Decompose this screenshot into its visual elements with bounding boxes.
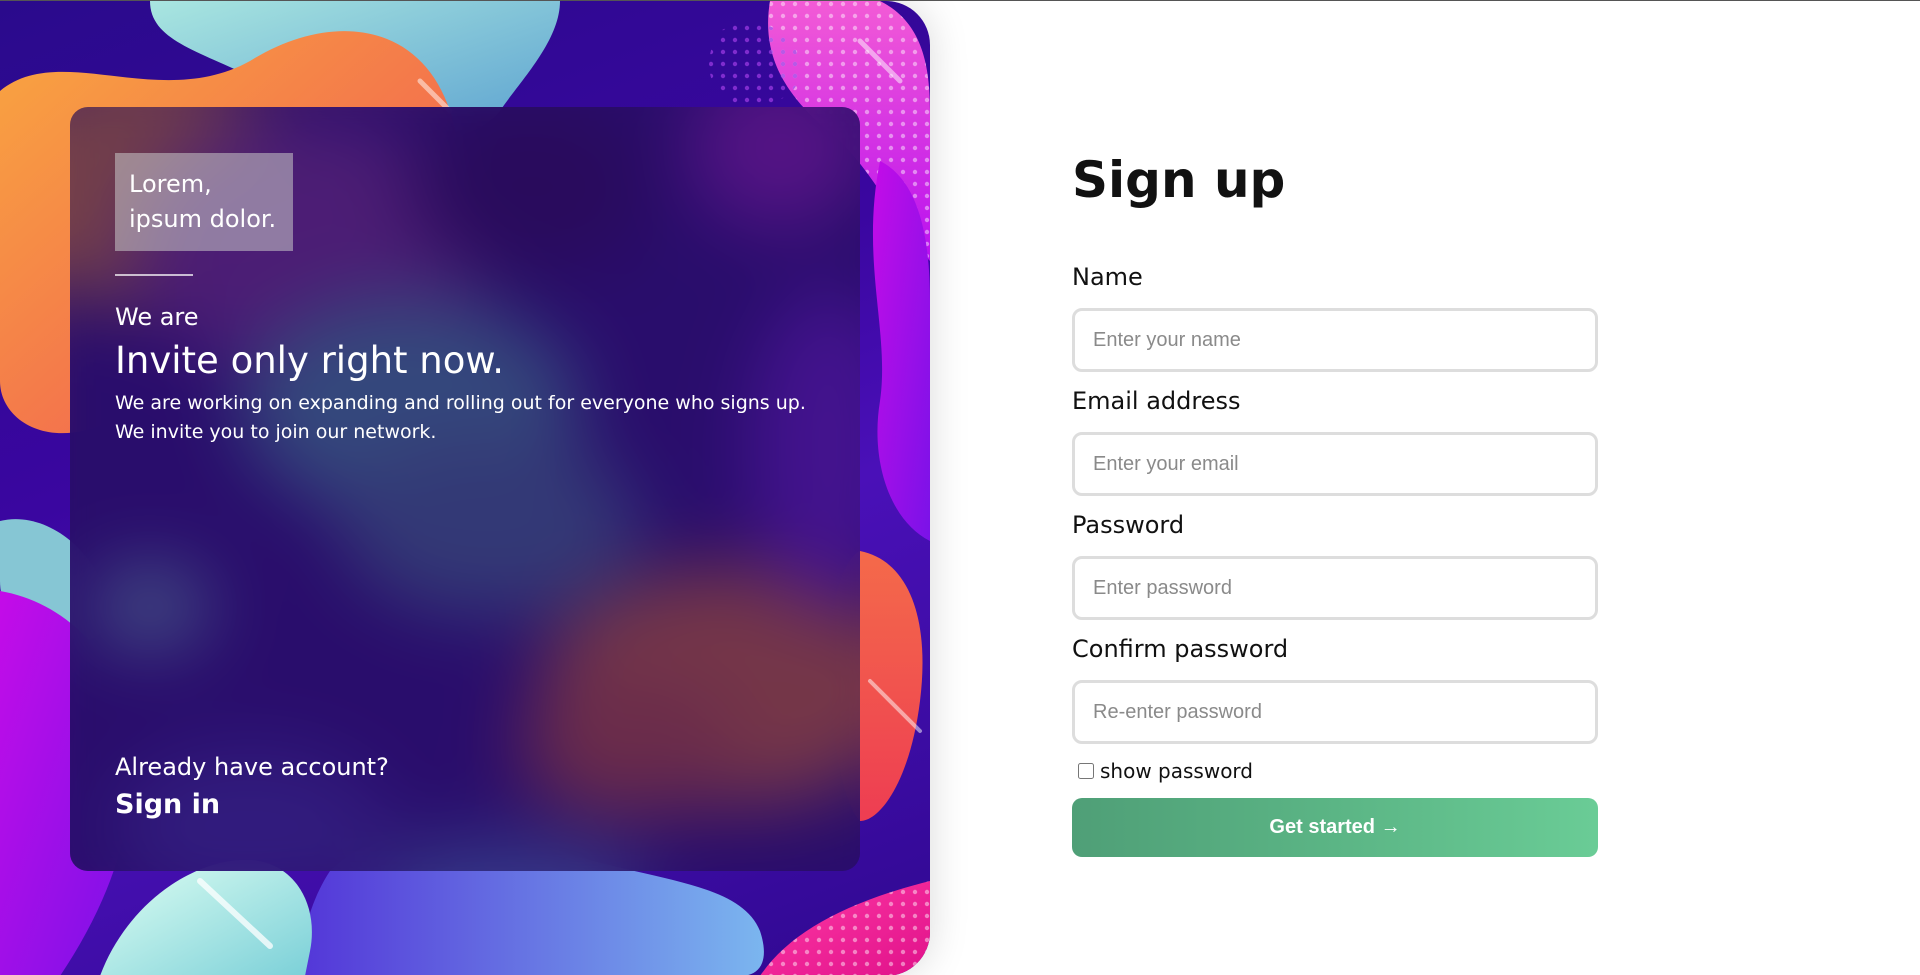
show-password-checkbox[interactable] [1078, 763, 1094, 779]
description-line-1: We are working on expanding and rolling … [115, 392, 806, 414]
confirm-password-input[interactable] [1072, 680, 1598, 744]
we-are-text: We are [115, 303, 199, 331]
show-password-label: show password [1100, 759, 1253, 783]
password-input[interactable] [1072, 556, 1598, 620]
email-input[interactable] [1072, 432, 1598, 496]
invite-headline: Invite only right now. [115, 339, 505, 382]
page-title: Sign up [1072, 151, 1286, 209]
signup-page: Lorem, ipsum dolor. We are Invite only r… [0, 0, 1920, 975]
email-label: Email address [1072, 387, 1241, 415]
confirm-password-label: Confirm password [1072, 635, 1289, 663]
brand-logo: Lorem, ipsum dolor. [115, 153, 293, 251]
show-password-toggle[interactable]: show password [1078, 759, 1253, 783]
logo-line-1: Lorem, [129, 170, 212, 198]
invite-description: We are working on expanding and rolling … [115, 389, 835, 447]
promo-panel: Lorem, ipsum dolor. We are Invite only r… [0, 1, 930, 975]
already-have-account-text: Already have account? [115, 753, 389, 781]
description-line-2: We invite you to join our network. [115, 421, 437, 443]
get-started-button[interactable]: Get started → [1072, 798, 1598, 857]
name-input[interactable] [1072, 308, 1598, 372]
name-label: Name [1072, 263, 1143, 291]
invite-card: Lorem, ipsum dolor. We are Invite only r… [70, 107, 860, 871]
logo-line-2: ipsum dolor. [129, 205, 277, 233]
sign-in-link[interactable]: Sign in [115, 789, 220, 820]
divider-line [115, 274, 193, 276]
password-label: Password [1072, 511, 1185, 539]
